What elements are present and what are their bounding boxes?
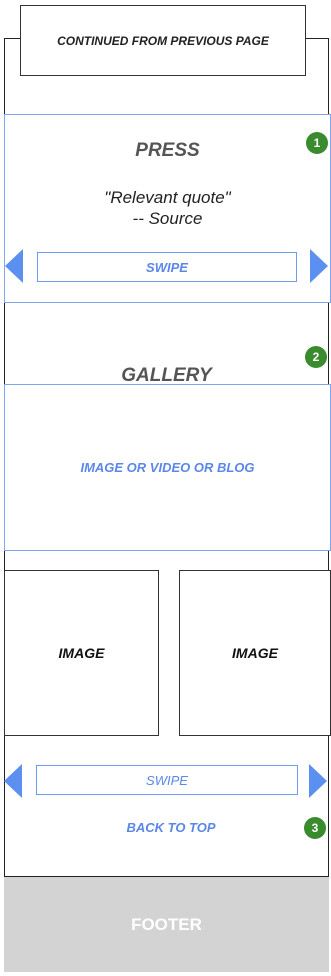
annotation-badge-1: 1 (306, 132, 328, 154)
continued-from-previous-page-label: CONTINUED FROM PREVIOUS PAGE (20, 5, 306, 76)
gallery-swipe-bar[interactable]: SWIPE (36, 765, 298, 795)
press-quote: "Relevant quote" (104, 188, 231, 207)
gallery-swipe-prev-icon[interactable] (4, 764, 22, 798)
back-to-top-link[interactable]: BACK TO TOP (96, 820, 246, 835)
swipe-next-icon[interactable] (310, 249, 328, 283)
press-source: -- Source (132, 209, 203, 228)
press-section: PRESS "Relevant quote" -- Source SWIPE 1 (4, 114, 331, 303)
gallery-swipe-next-icon[interactable] (309, 764, 327, 798)
annotation-badge-2: 2 (305, 346, 327, 368)
footer: FOOTER (4, 876, 329, 972)
gallery-image-1[interactable]: IMAGE (4, 570, 159, 736)
page: CONTINUED FROM PREVIOUS PAGE PRESS "Rele… (0, 0, 331, 976)
gallery-media-box[interactable]: IMAGE OR VIDEO OR BLOG (4, 384, 331, 551)
gallery-image-2[interactable]: IMAGE (179, 570, 331, 736)
press-swipe-bar[interactable]: SWIPE (37, 252, 297, 282)
swipe-prev-icon[interactable] (5, 249, 23, 283)
press-title: PRESS (135, 140, 200, 161)
annotation-badge-3: 3 (304, 817, 326, 839)
